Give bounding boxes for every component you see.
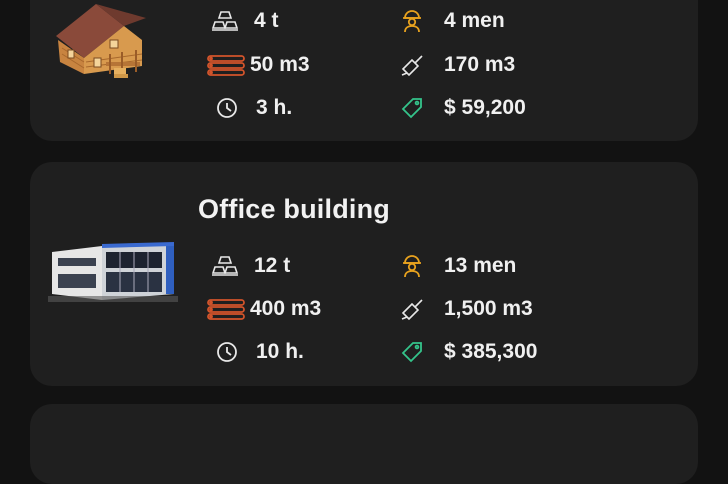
timber-logs-icon [206, 296, 246, 322]
stat-price: $ 385,300 [400, 339, 537, 365]
stat-timber-value: 50 m3 [250, 53, 310, 76]
stat-concrete: 1,500 m3 [400, 296, 533, 322]
stat-time: 3 h. [216, 95, 292, 121]
wooden-house-image [50, 0, 150, 82]
stat-timber: 400 m3 [206, 296, 321, 322]
building-title: Office building [198, 194, 390, 224]
stat-workers: 4 men [400, 8, 505, 34]
stat-time-value: 3 h. [256, 96, 293, 119]
stat-concrete-value: 1,500 m3 [444, 297, 533, 320]
clock-icon [216, 95, 252, 121]
stat-timber: 50 m3 [206, 52, 310, 78]
stat-materials: 12 t [210, 253, 290, 279]
stat-workers-value: 4 men [444, 9, 505, 32]
stat-workers-value: 13 men [444, 254, 517, 277]
stat-materials-value: 4 t [254, 9, 279, 32]
office-building-image [48, 238, 178, 302]
trowel-icon [400, 296, 440, 322]
stat-timber-value: 400 m3 [250, 297, 322, 320]
steel-ingots-icon [210, 253, 250, 279]
worker-icon [400, 253, 440, 279]
stat-concrete: 170 m3 [400, 52, 515, 78]
trowel-icon [400, 52, 440, 78]
price-tag-icon [400, 95, 440, 121]
building-card-next[interactable] [30, 404, 698, 484]
building-card-house[interactable]: 4 t 50 m3 3 h. 4 men 170 m3 $ 59,200 [30, 0, 698, 141]
building-card-office[interactable]: Office building 12 t 400 m3 10 h. 13 men… [30, 162, 698, 386]
stat-time: 10 h. [216, 339, 304, 365]
timber-logs-icon [206, 52, 246, 78]
steel-ingots-icon [210, 8, 250, 34]
clock-icon [216, 339, 252, 365]
stat-materials: 4 t [210, 8, 279, 34]
stat-price-value: $ 385,300 [444, 340, 538, 363]
stat-price-value: $ 59,200 [444, 96, 526, 119]
stat-price: $ 59,200 [400, 95, 526, 121]
stat-time-value: 10 h. [256, 340, 304, 363]
worker-icon [400, 8, 440, 34]
stat-workers: 13 men [400, 253, 516, 279]
stat-concrete-value: 170 m3 [444, 53, 516, 76]
stat-materials-value: 12 t [254, 254, 291, 277]
price-tag-icon [400, 339, 440, 365]
